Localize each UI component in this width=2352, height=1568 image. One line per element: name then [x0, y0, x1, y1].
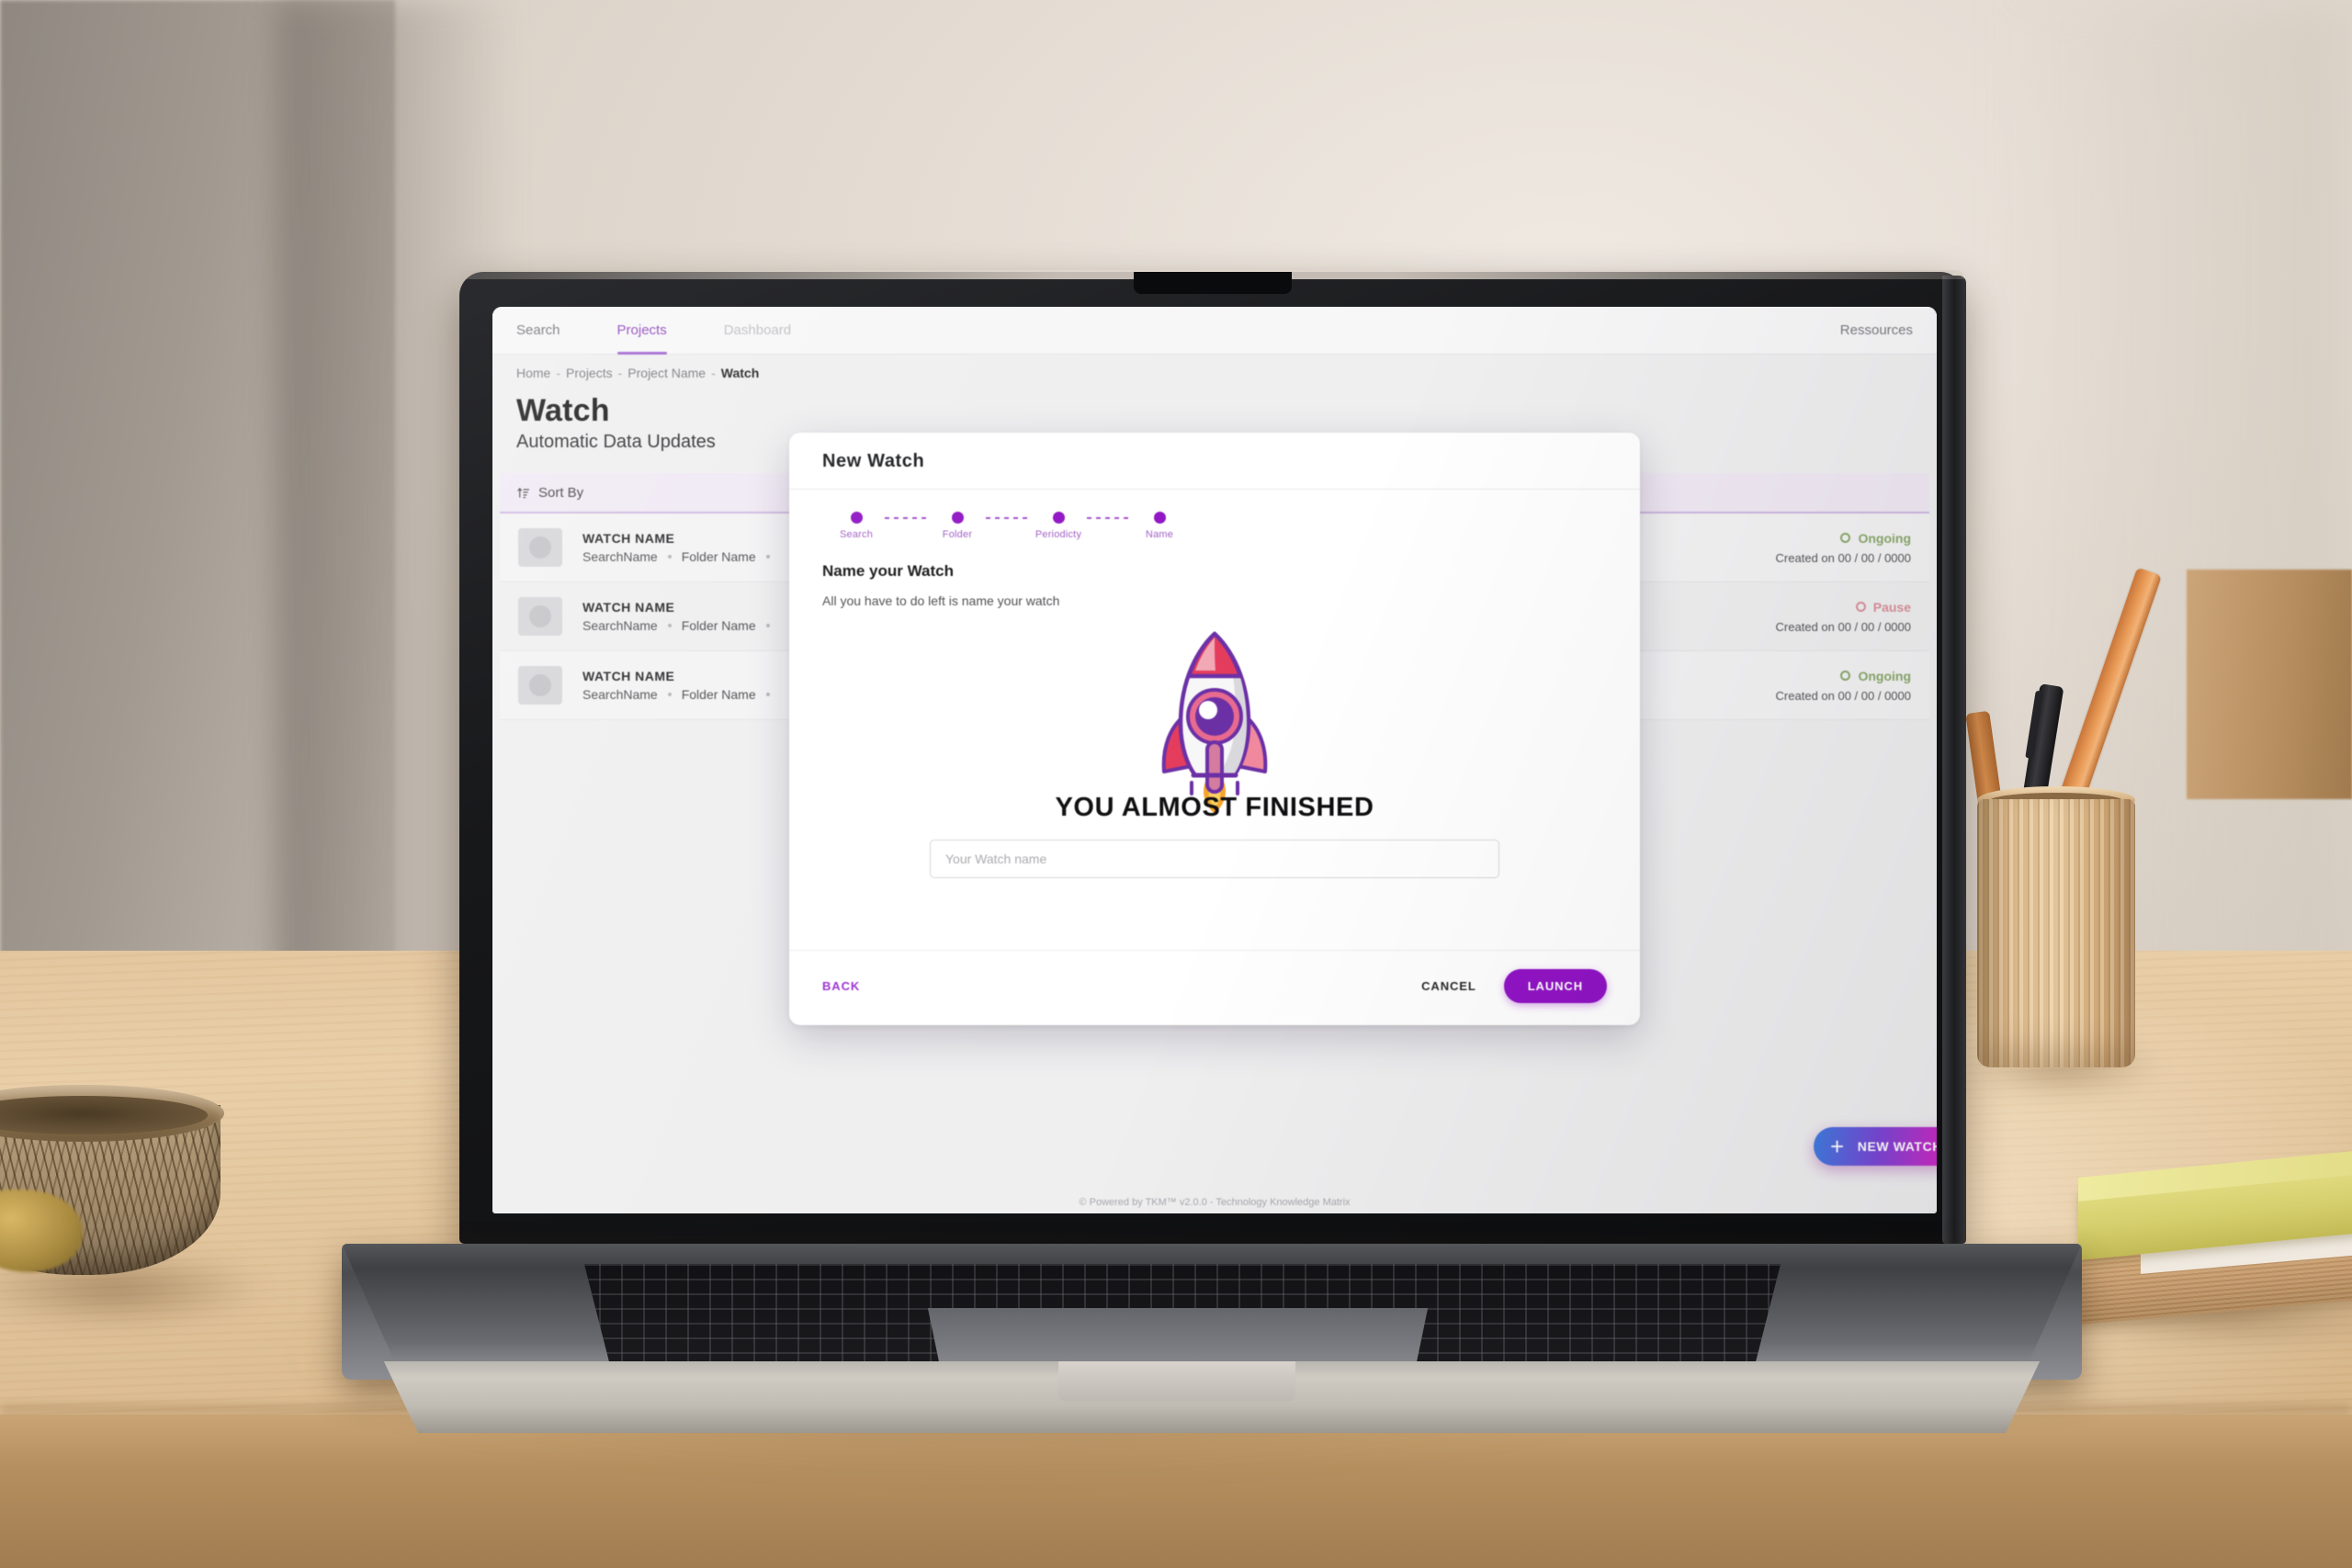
- watch-created-date: Created on 00 / 00 / 0000: [1775, 688, 1911, 703]
- stepper-step-folder[interactable]: Folder: [923, 512, 991, 540]
- page-title: Watch: [516, 393, 610, 428]
- modal-body-spacer: [822, 878, 1607, 950]
- nav-item-projects[interactable]: Projects: [616, 307, 667, 355]
- meta-separator-dot-icon: [667, 624, 672, 627]
- nav-item-dashboard[interactable]: Dashboard: [724, 307, 791, 355]
- meta-separator-dot-icon: [765, 555, 770, 558]
- watch-search-name: SearchName: [582, 549, 658, 564]
- watch-created-date: Created on 00 / 00 / 0000: [1775, 619, 1911, 634]
- sort-by-label: Sort By: [538, 484, 584, 501]
- modal-section-description: All you have to do left is name your wat…: [822, 593, 1060, 608]
- sort-icon: [517, 487, 530, 498]
- stepper-step-periodicty[interactable]: Periodicty: [1024, 512, 1092, 540]
- laptop-lid-opening-notch: [1058, 1361, 1295, 1402]
- laptop-camera-notch: [1134, 272, 1292, 294]
- watch-folder-name: Folder Name: [681, 687, 756, 702]
- meta-separator-dot-icon: [765, 693, 770, 696]
- modal-section-title: Name your Watch: [822, 562, 954, 580]
- modal-body: Search Folder Periodicty Name Name your …: [789, 490, 1640, 950]
- back-button[interactable]: BACK: [822, 979, 860, 993]
- modal-title: New Watch: [789, 433, 1640, 490]
- footer-credit: © Powered by TKM™ v2.0.0 - Technology Kn…: [1079, 1197, 1351, 1208]
- status-badge: Ongoing: [1776, 531, 1911, 546]
- step-label: Search: [839, 529, 874, 540]
- step-dot-icon: [1052, 512, 1065, 524]
- watch-thumbnail: [518, 666, 562, 705]
- breadcrumb-item-watch: Watch: [720, 366, 760, 380]
- cancel-button[interactable]: CANCEL: [1421, 979, 1476, 993]
- watch-status-block: Pause Created on 00 / 00 / 0000: [1776, 600, 1911, 634]
- rocket-icon: [1161, 631, 1268, 814]
- new-watch-label: NEW WATCH: [1857, 1139, 1937, 1154]
- tkm-web-app: Search Projects Dashboard Ressources Hom…: [492, 307, 1937, 1213]
- status-dot-icon: [1840, 533, 1851, 543]
- watch-created-date: Created on 00 / 00 / 0000: [1775, 550, 1911, 565]
- launch-button[interactable]: LAUNCH: [1503, 969, 1607, 1003]
- breadcrumb-separator: -: [711, 366, 716, 380]
- watch-thumbnail: [518, 597, 562, 636]
- breadcrumb: Home - Projects - Project Name - Watch: [492, 355, 1937, 389]
- status-badge: Pause: [1776, 600, 1911, 615]
- step-label: Folder: [942, 529, 973, 540]
- watch-folder-name: Folder Name: [681, 618, 756, 633]
- new-watch-modal: New Watch Search Folder Periodicty Name …: [789, 433, 1640, 1025]
- modal-footer-actions: CANCEL LAUNCH: [1421, 969, 1607, 1003]
- step-label: Periodicty: [1035, 529, 1082, 540]
- stepper-connector: [885, 512, 929, 524]
- hero-illustration-block: YOU ALMOST FINISHED: [822, 628, 1607, 823]
- laptop-lid-right-edge: [1942, 276, 1966, 1244]
- breadcrumb-separator: -: [556, 366, 561, 380]
- step-dot-icon: [951, 512, 964, 524]
- stepper-connector: [986, 512, 1030, 524]
- hero-caption: YOU ALMOST FINISHED: [1055, 793, 1374, 822]
- wizard-stepper: Search Folder Periodicty Name: [822, 512, 1607, 540]
- breadcrumb-separator: -: [617, 366, 623, 380]
- watch-search-name: SearchName: [582, 687, 658, 702]
- watch-search-name: SearchName: [582, 618, 658, 633]
- breadcrumb-item-home[interactable]: Home: [516, 366, 550, 380]
- status-dot-icon: [1840, 671, 1851, 681]
- top-navigation: Search Projects Dashboard Ressources: [492, 307, 1937, 355]
- breadcrumb-item-projects[interactable]: Projects: [566, 366, 613, 380]
- thumbnail-placeholder-icon: [529, 605, 551, 627]
- status-label: Ongoing: [1858, 530, 1911, 546]
- step-dot-icon: [850, 512, 863, 524]
- meta-separator-dot-icon: [667, 693, 672, 696]
- thumbnail-placeholder-icon: [529, 674, 551, 696]
- status-dot-icon: [1855, 602, 1866, 612]
- watch-folder-name: Folder Name: [681, 549, 756, 564]
- laptop: Search Projects Dashboard Ressources Hom…: [0, 0, 2352, 1568]
- watch-status-block: Ongoing Created on 00 / 00 / 0000: [1776, 531, 1911, 565]
- watch-name-input[interactable]: [930, 840, 1499, 878]
- modal-footer: BACK CANCEL LAUNCH: [789, 950, 1640, 1025]
- laptop-screen: Search Projects Dashboard Ressources Hom…: [492, 307, 1937, 1213]
- watch-status-block: Ongoing Created on 00 / 00 / 0000: [1776, 669, 1911, 703]
- meta-separator-dot-icon: [765, 624, 770, 627]
- desk-scene: Search Projects Dashboard Ressources Hom…: [0, 0, 2352, 1568]
- status-label: Pause: [1872, 599, 1911, 615]
- status-badge: Ongoing: [1776, 669, 1911, 683]
- status-label: Ongoing: [1858, 668, 1911, 683]
- step-label: Name: [1145, 529, 1174, 540]
- plus-icon: +: [1829, 1133, 1845, 1160]
- meta-separator-dot-icon: [667, 555, 672, 558]
- nav-item-ressources[interactable]: Ressources: [1840, 322, 1913, 338]
- thumbnail-placeholder-icon: [529, 536, 551, 558]
- stepper-step-search[interactable]: Search: [822, 512, 890, 540]
- nav-item-search[interactable]: Search: [516, 307, 560, 355]
- step-dot-icon: [1153, 512, 1166, 524]
- breadcrumb-item-project-name[interactable]: Project Name: [628, 366, 706, 380]
- stepper-step-name[interactable]: Name: [1125, 512, 1193, 540]
- watch-thumbnail: [518, 528, 562, 567]
- stepper-connector: [1087, 512, 1131, 524]
- new-watch-button[interactable]: + NEW WATCH: [1813, 1127, 1937, 1166]
